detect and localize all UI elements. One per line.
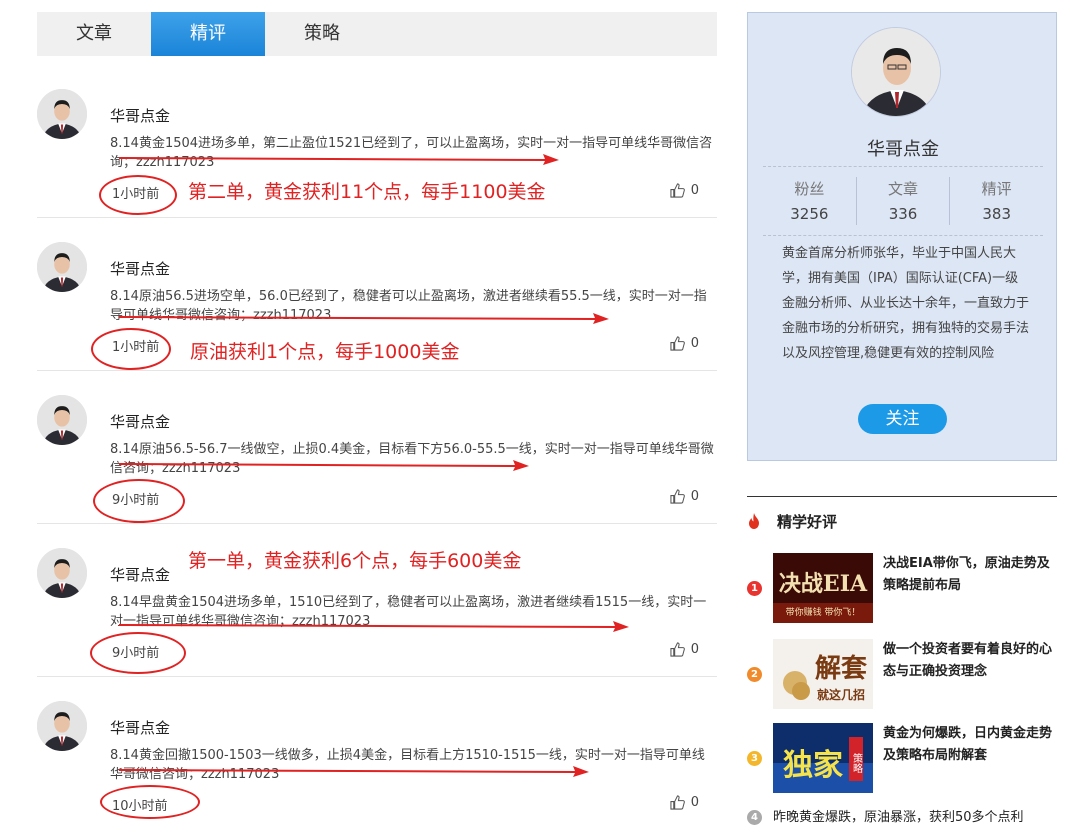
thumbs-up-icon xyxy=(670,795,685,810)
profile-bio: 黄金首席分析师张华，毕业于中国人民大学，拥有美国（IPA）国际认证(CFA)一级… xyxy=(782,246,1030,361)
like-button[interactable]: 0 xyxy=(670,795,699,810)
thumbnail-title: 解套 xyxy=(815,654,868,684)
annotation-circle xyxy=(100,785,200,819)
post-card: 华哥点金 8.14黄金1504进场多单，第二止盈位1521已经到了，可以止盈离场… xyxy=(37,65,717,218)
stat-value: 336 xyxy=(888,205,918,223)
thumbs-up-icon xyxy=(670,183,685,198)
fire-icon xyxy=(749,513,759,529)
profile-avatar[interactable] xyxy=(851,27,941,117)
person-avatar-icon xyxy=(37,89,87,139)
divider xyxy=(763,166,1043,167)
person-avatar-icon xyxy=(37,701,87,751)
rank-badge: 1 xyxy=(747,581,762,596)
annotation-text: 原油获利1个点，每手1000美金 xyxy=(190,341,460,363)
recommended-item-title[interactable]: 昨晚黄金爆跌，原油暴涨，获利50多个点利 xyxy=(773,807,1071,828)
annotation-circle xyxy=(91,328,171,370)
author-avatar[interactable] xyxy=(37,242,87,292)
tab-bar: 文章 精评 策略 xyxy=(37,12,717,56)
post-card: 华哥点金 8.14原油56.5-56.7一线做空，止损0.4美金，目标看下方56… xyxy=(37,371,717,524)
recommended-thumbnail[interactable]: 独家 策略 xyxy=(773,723,873,793)
thumbnail-subtitle: 就这几招 xyxy=(817,687,865,702)
stat-fans: 粉丝 3256 xyxy=(763,177,856,225)
annotation-circle xyxy=(99,175,177,215)
recommended-item[interactable]: 4 昨晚黄金爆跌，原油暴涨，获利50多个点利 xyxy=(747,807,1067,827)
annotation-arrow-icon xyxy=(119,621,629,632)
divider xyxy=(763,235,1043,236)
annotation-arrow-icon xyxy=(119,766,589,777)
annotation-circle xyxy=(90,632,186,674)
person-avatar-icon xyxy=(37,395,87,445)
thumbnail-title: 决战EIA xyxy=(779,571,868,597)
annotation-arrow-icon xyxy=(119,313,609,324)
stat-reviews: 精评 383 xyxy=(949,177,1043,225)
annotation-text: 第二单，黄金获利11个点，每手1100美金 xyxy=(188,181,546,203)
thumbnail-title: 独家 xyxy=(783,748,843,783)
person-avatar-icon xyxy=(37,242,87,292)
annotation-circle xyxy=(93,479,185,523)
author-name[interactable]: 华哥点金 xyxy=(110,258,170,279)
like-count: 0 xyxy=(690,795,699,810)
like-button[interactable]: 0 xyxy=(670,489,699,504)
recommended-item[interactable]: 2 解套 就这几招 做一个投资者要有着良好的心态与正确投资理念 xyxy=(747,639,1057,709)
follow-button[interactable]: 关注 xyxy=(858,404,947,434)
like-button[interactable]: 0 xyxy=(670,336,699,351)
like-count: 0 xyxy=(690,336,699,351)
recommended-title: 精学好评 xyxy=(777,513,838,531)
post-feed: 华哥点金 8.14黄金1504进场多单，第二止盈位1521已经到了，可以止盈离场… xyxy=(37,65,717,828)
stat-label: 文章 xyxy=(888,180,919,198)
annotation-arrow-icon xyxy=(119,154,559,165)
tab-strategy[interactable]: 策略 xyxy=(265,12,379,56)
like-count: 0 xyxy=(690,183,699,198)
post-card: 华哥点金 8.14早盘黄金1504进场多单，1510已经到了，稳健者可以止盈离场… xyxy=(37,524,717,677)
recommended-thumbnail[interactable]: 决战EIA 带你赚钱 带你飞！ xyxy=(773,553,873,623)
thumbs-up-icon xyxy=(670,642,685,657)
annotation-text: 第一单，黄金获利6个点，每手600美金 xyxy=(188,550,522,572)
stat-label: 精评 xyxy=(981,180,1012,198)
thumbnail-image: 决战EIA 带你赚钱 带你飞！ xyxy=(773,553,873,623)
thumbnail-subtitle: 带你赚钱 带你飞！ xyxy=(786,606,861,618)
post-card: 华哥点金 8.14原油56.5进场空单，56.0已经到了，稳健者可以止盈离场，激… xyxy=(37,218,717,371)
rank-badge: 3 xyxy=(747,751,762,766)
author-avatar[interactable] xyxy=(37,701,87,751)
rank-badge: 4 xyxy=(747,810,762,825)
recommended-item-title[interactable]: 决战EIA带你飞，原油走势及策略提前布局 xyxy=(883,553,1055,597)
recommended-header: 精学好评 xyxy=(747,496,1057,531)
annotation-arrow-icon xyxy=(119,460,529,471)
tab-articles[interactable]: 文章 xyxy=(37,12,151,56)
profile-stats: 粉丝 3256 文章 336 精评 383 xyxy=(763,177,1043,225)
like-count: 0 xyxy=(690,489,699,504)
thumbnail-image: 独家 策略 xyxy=(773,723,873,793)
stat-articles: 文章 336 xyxy=(855,177,950,225)
rank-badge: 2 xyxy=(747,667,762,682)
recommended-item-title[interactable]: 黄金为何爆跌，日内黄金走势及策略布局附解套 xyxy=(883,723,1055,767)
recommended-item[interactable]: 3 独家 策略 黄金为何爆跌，日内黄金走势及策略布局附解套 xyxy=(747,723,1057,793)
like-count: 0 xyxy=(690,642,699,657)
recommended-item-title[interactable]: 做一个投资者要有着良好的心态与正确投资理念 xyxy=(883,639,1055,683)
post-card: 华哥点金 8.14黄金回撤1500-1503一线做多，止损4美金，目标看上方15… xyxy=(37,677,717,828)
thumbnail-subtitle: 策略 xyxy=(851,752,863,774)
recommended-thumbnail[interactable]: 解套 就这几招 xyxy=(773,639,873,709)
tab-reviews[interactable]: 精评 xyxy=(151,12,265,56)
thumbs-up-icon xyxy=(670,489,685,504)
like-button[interactable]: 0 xyxy=(670,183,699,198)
person-avatar-icon xyxy=(852,28,940,116)
stat-value: 3256 xyxy=(790,205,829,223)
author-name[interactable]: 华哥点金 xyxy=(110,564,170,585)
author-name[interactable]: 华哥点金 xyxy=(110,411,170,432)
author-avatar[interactable] xyxy=(37,395,87,445)
like-button[interactable]: 0 xyxy=(670,642,699,657)
thumbnail-image: 解套 就这几招 xyxy=(773,639,873,709)
author-avatar[interactable] xyxy=(37,89,87,139)
profile-card: 华哥点金 粉丝 3256 文章 336 精评 383 黄金首席分析师张华，毕业于… xyxy=(747,12,1057,461)
recommended-item[interactable]: 1 决战EIA 带你赚钱 带你飞！ 决战EIA带你飞，原油走势及策略提前布局 xyxy=(747,553,1057,623)
stat-value: 383 xyxy=(982,205,1011,223)
person-avatar-icon xyxy=(37,548,87,598)
thumbs-up-icon xyxy=(670,336,685,351)
stat-label: 粉丝 xyxy=(794,180,825,198)
author-avatar[interactable] xyxy=(37,548,87,598)
author-name[interactable]: 华哥点金 xyxy=(110,717,170,738)
profile-name: 华哥点金 xyxy=(867,139,939,160)
author-name[interactable]: 华哥点金 xyxy=(110,105,170,126)
